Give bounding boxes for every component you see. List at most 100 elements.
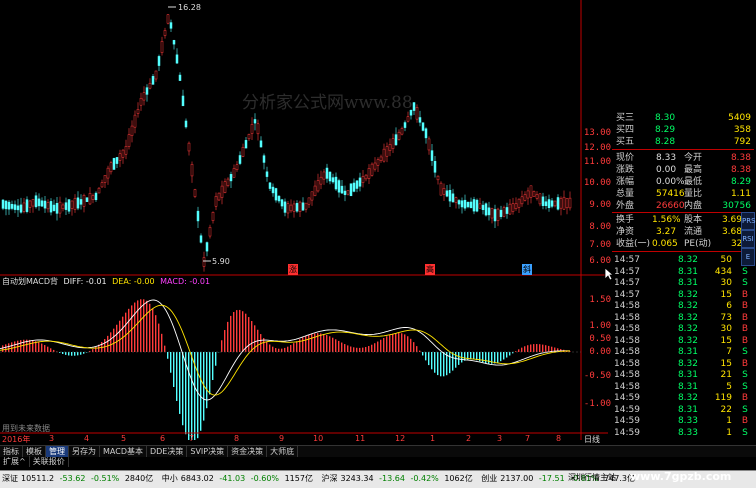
macd-bar — [473, 352, 474, 360]
candle-body — [116, 157, 118, 163]
macd-bar — [65, 352, 66, 355]
macd-bar — [14, 341, 15, 352]
rsi-icon[interactable]: RSI — [741, 230, 755, 248]
macd-bar — [104, 339, 105, 352]
candle-body — [182, 96, 184, 106]
candle-body — [518, 199, 520, 207]
candle-body — [362, 176, 364, 182]
macd-indicator-name[interactable]: 自动划MACD背 — [2, 277, 58, 286]
x-tick: 3 — [497, 434, 502, 443]
macd-bar — [407, 336, 408, 352]
panel-divider — [612, 212, 754, 213]
candle-body — [251, 124, 253, 133]
e-icon[interactable]: E — [741, 248, 755, 266]
candle-body — [473, 199, 475, 211]
macd-bar — [158, 324, 159, 352]
macd-bar — [272, 347, 273, 352]
candle-body — [287, 204, 289, 213]
candle-body — [530, 186, 532, 198]
macd-bar — [359, 348, 360, 352]
tick-row: 14:598.331B — [612, 415, 754, 427]
macd-bar — [2, 345, 3, 352]
period-label[interactable]: 日线 — [584, 434, 600, 445]
tab-related-quote[interactable]: 关联报价 — [30, 456, 69, 467]
macd-bar — [533, 344, 534, 352]
candle-body — [452, 194, 454, 202]
macd-bar — [113, 329, 114, 352]
candle-body — [413, 103, 415, 111]
candle-body — [50, 201, 52, 212]
macd-bar — [38, 342, 39, 352]
macd-bar — [377, 342, 378, 352]
macd-bar — [383, 338, 384, 352]
macd-bar — [278, 349, 279, 352]
candle-body — [359, 178, 361, 186]
candle-body — [185, 121, 187, 127]
candle-body — [68, 200, 70, 212]
x-tick: 8 — [556, 434, 561, 443]
tick-row: 14:588.3215B — [612, 335, 754, 347]
candle-body — [20, 205, 22, 212]
macd-bar — [413, 342, 414, 352]
macd-bar — [200, 352, 201, 431]
macd-bar — [128, 309, 129, 352]
candle-body — [263, 156, 265, 163]
candle-body — [227, 179, 229, 186]
candle-body — [161, 41, 163, 52]
kline-chart[interactable] — [0, 0, 608, 440]
macd-bar — [242, 311, 243, 352]
candle-body — [443, 188, 445, 194]
macd-bar — [341, 343, 342, 352]
candle-body — [11, 204, 13, 208]
candle-body — [320, 177, 322, 184]
macd-bar — [161, 334, 162, 352]
macd-bar — [509, 352, 510, 355]
main-station-label[interactable]: 深圳行情主站 — [568, 472, 616, 483]
candle-body — [482, 205, 484, 210]
tab-extend[interactable]: 扩展^ — [0, 456, 30, 467]
candle-body — [113, 158, 115, 169]
status-item[interactable]: 沪深3243.34 -13.64 -0.42% 1062亿 — [322, 474, 476, 483]
quote-row: 涨幅0.00%最低8.29 — [612, 176, 754, 188]
watermark-text: 分析家公式网www.88 — [242, 88, 413, 113]
candle-body — [374, 163, 376, 169]
candle-body — [77, 198, 79, 208]
candle-body — [332, 178, 334, 182]
candle-body — [404, 123, 406, 128]
macd-bar — [233, 312, 234, 352]
macd-bar — [116, 325, 117, 352]
tick-list[interactable]: 14:578.3250S14:578.31434S14:578.3130S14:… — [612, 254, 754, 440]
candle-body — [380, 157, 382, 161]
candle-body — [464, 200, 466, 208]
candle-body — [377, 160, 379, 166]
candle-body — [248, 134, 250, 138]
macd-bar — [80, 352, 81, 355]
price-tick: 12.00 — [581, 143, 611, 153]
tick-row: 14:598.331S — [612, 427, 754, 439]
candle-body — [101, 183, 103, 187]
macd-bar — [29, 340, 30, 352]
candle-body — [449, 190, 451, 201]
quote-row: 涨跌0.00最高8.38 — [612, 164, 754, 176]
macd-tick: 1.00 — [581, 321, 611, 331]
macd-bar — [47, 347, 48, 352]
candle-body — [509, 204, 511, 214]
price-tick: 6.00 — [581, 256, 611, 266]
marker-gao: 高 — [425, 264, 435, 275]
candle-body — [95, 193, 97, 200]
candle-body — [458, 200, 460, 204]
candle-body — [128, 135, 130, 147]
candle-body — [275, 188, 277, 200]
macd-bar — [50, 348, 51, 352]
macd-bar — [374, 343, 375, 352]
status-item[interactable]: 中小6843.02 -41.03 -0.60% 1157亿 — [162, 474, 316, 483]
candle-body — [164, 30, 166, 35]
candle-body — [515, 204, 517, 209]
prs-icon[interactable]: PRS — [741, 212, 755, 230]
quote-row: 总量57416量比1.11 — [612, 188, 754, 200]
x-tick: 6 — [160, 434, 165, 443]
candle-body — [533, 191, 535, 196]
status-item[interactable]: 深证10511.2 -53.62 -0.51% 2840亿 — [2, 474, 156, 483]
macd-bar — [122, 317, 123, 352]
price-tick: 10.00 — [581, 178, 611, 188]
